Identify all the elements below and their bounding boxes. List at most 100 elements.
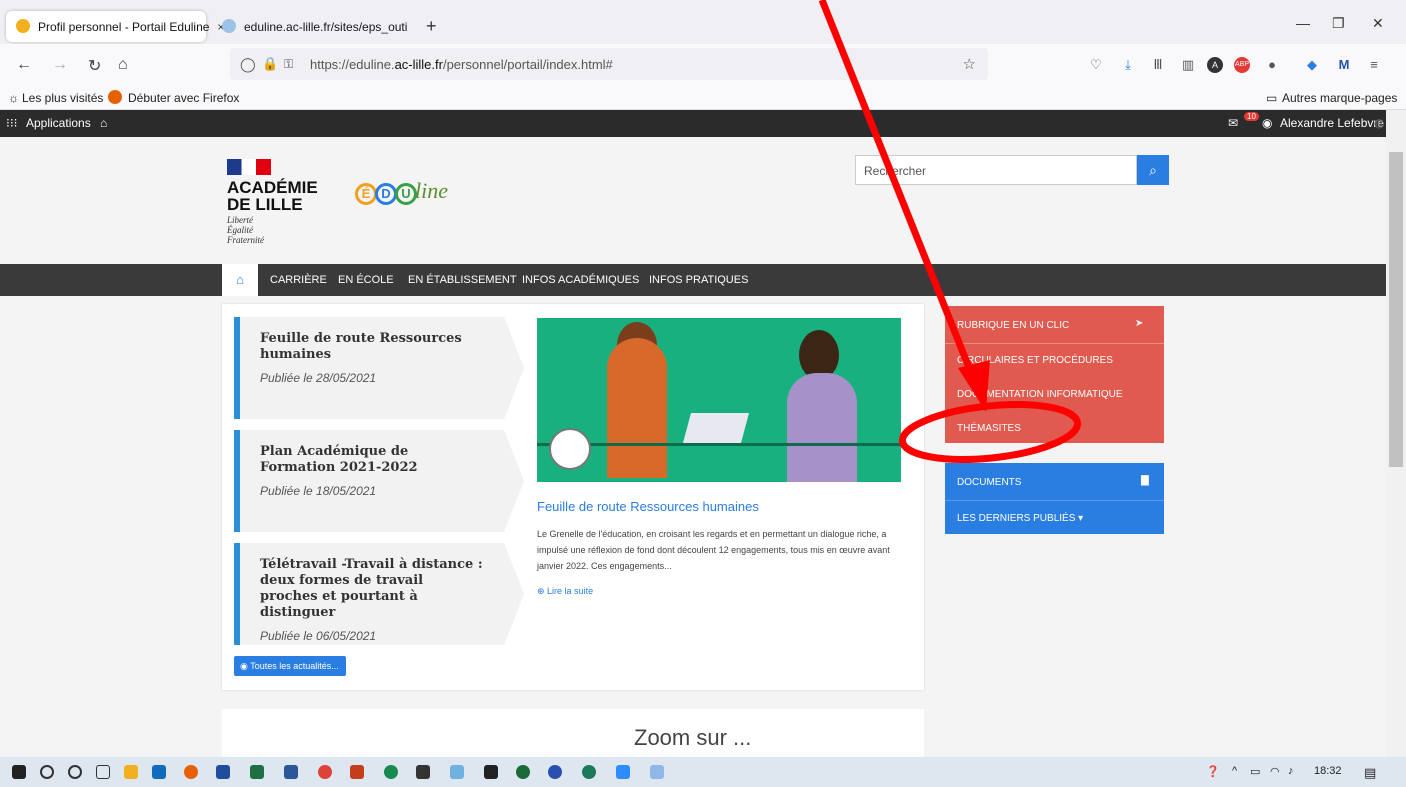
news-item[interactable]: Feuille de route Ressources humaines Pub…: [234, 317, 524, 419]
eduline-logo[interactable]: É D Uline: [355, 173, 448, 205]
nav-en-etablissement[interactable]: EN ÉTABLISSEMENT: [408, 274, 517, 286]
nav-en-ecole[interactable]: EN ÉCOLE: [338, 274, 394, 286]
folder-icon: ▭: [1266, 91, 1278, 105]
documents-recent-label: LES DERNIERS PUBLIÉS: [957, 513, 1076, 524]
clock[interactable]: 18:32: [1314, 765, 1342, 777]
volume-icon[interactable]: ♪: [1288, 765, 1294, 777]
bookmark-plus-visites[interactable]: Les plus visités: [22, 91, 103, 105]
back-icon[interactable]: ←: [16, 56, 32, 74]
adblock-icon[interactable]: ABP: [1234, 57, 1250, 73]
tab-profil-personnel[interactable]: Profil personnel - Portail Eduline ×: [6, 11, 224, 42]
home-icon[interactable]: ⌂: [100, 116, 107, 130]
key-icon[interactable]: ⚿: [284, 57, 293, 72]
app-icon[interactable]: [516, 765, 530, 779]
page-scrollbar[interactable]: [1386, 137, 1406, 757]
documents-recent-dropdown[interactable]: LES DERNIERS PUBLIÉS ▾: [957, 513, 1083, 524]
shield-icon[interactable]: ◯: [240, 56, 256, 73]
download-icon[interactable]: ⤓: [1120, 57, 1136, 73]
minimize-icon[interactable]: —: [1296, 15, 1310, 31]
word-icon[interactable]: [284, 765, 298, 779]
tray-chevron-icon[interactable]: ^: [1232, 765, 1237, 777]
all-news-label: Toutes les actualités...: [250, 661, 339, 671]
extension-icon[interactable]: ●: [1264, 57, 1280, 73]
reload-icon[interactable]: ↻: [88, 56, 101, 76]
rubrique-circulaires[interactable]: CIRCULAIRES ET PROCÉDURES: [957, 355, 1113, 366]
wifi-icon[interactable]: ◠: [1270, 765, 1280, 778]
nav-home-icon[interactable]: ⌂: [222, 264, 258, 296]
url-suffix: /personnel/portail/index.html#: [442, 56, 613, 72]
close-window-icon[interactable]: ✕: [1372, 15, 1384, 32]
menu-icon[interactable]: ≡: [1366, 57, 1382, 73]
app-icon[interactable]: [384, 765, 398, 779]
firefox-icon[interactable]: [184, 765, 198, 779]
battery-icon[interactable]: ▭: [1250, 765, 1260, 778]
apps-grid-icon[interactable]: ⁝⁝⁝: [6, 116, 17, 130]
news-title[interactable]: Plan Académique de Formation 2021-2022: [260, 444, 484, 476]
new-tab-button[interactable]: +: [426, 16, 437, 37]
gear-icon: ☼: [8, 91, 19, 105]
forward-icon[interactable]: →: [52, 56, 68, 74]
bookmark-star-icon[interactable]: ☆: [963, 55, 976, 73]
extension-tool-icon[interactable]: ◆: [1304, 57, 1320, 73]
chrome-icon[interactable]: [318, 765, 332, 779]
news-title[interactable]: Feuille de route Ressources humaines: [260, 331, 484, 363]
featured-title[interactable]: Feuille de route Ressources humaines: [537, 499, 759, 514]
motto-liberte: Liberté: [227, 215, 253, 225]
news-item[interactable]: Plan Académique de Formation 2021-2022 P…: [234, 430, 524, 532]
nav-carriere[interactable]: CARRIÈRE: [270, 274, 327, 286]
help-icon[interactable]: ❓: [1206, 765, 1220, 778]
nav-infos-academiques[interactable]: INFOS ACADÉMIQUES: [522, 274, 639, 286]
windows-start-icon[interactable]: [12, 765, 26, 779]
extension-m-icon[interactable]: M: [1336, 57, 1352, 73]
app-icon[interactable]: [548, 765, 562, 779]
news-title[interactable]: Télétravail -Travail à distance : deux f…: [260, 557, 484, 621]
pocket-icon[interactable]: ♡: [1088, 57, 1104, 73]
cortana-icon[interactable]: [68, 765, 82, 779]
address-bar[interactable]: ◯ 🔒 ⚿ https://eduline.ac-lille.fr/person…: [230, 48, 988, 80]
powerpoint-icon[interactable]: [350, 765, 364, 779]
firefox-icon: [108, 90, 122, 104]
search-button[interactable]: ⌕: [1137, 155, 1169, 185]
other-bookmarks[interactable]: Autres marque-pages: [1282, 91, 1397, 105]
app-icon[interactable]: [416, 765, 430, 779]
rubrique-documentation[interactable]: DOCUMENTATION INFORMATIQUE: [957, 389, 1123, 400]
search-input[interactable]: Rechercher: [855, 155, 1137, 185]
home-icon[interactable]: ⌂: [118, 56, 128, 74]
app-icon[interactable]: [450, 765, 464, 779]
documents-panel: DOCUMENTS ▇ LES DERNIERS PUBLIÉS ▾: [945, 463, 1164, 534]
app-icon[interactable]: [216, 765, 230, 779]
academy-logo[interactable]: ACADÉMIE DE LILLE: [227, 179, 318, 213]
extension-a-icon[interactable]: A: [1207, 57, 1223, 73]
sidebar-icon[interactable]: ▥: [1180, 57, 1196, 73]
user-name[interactable]: Alexandre Lefebvre: [1280, 116, 1384, 130]
tab-eps-outils[interactable]: eduline.ac-lille.fr/sites/eps_outi ×: [212, 11, 412, 42]
zoom-title: Zoom sur ...: [634, 725, 752, 750]
outlook-icon[interactable]: [152, 765, 166, 779]
restore-icon[interactable]: ❐: [1332, 15, 1345, 32]
app-icon[interactable]: [650, 765, 664, 779]
app-icon[interactable]: [582, 765, 596, 779]
news-item[interactable]: Télétravail -Travail à distance : deux f…: [234, 543, 524, 645]
file-explorer-icon[interactable]: [124, 765, 138, 779]
tab-label: Profil personnel - Portail Eduline: [38, 19, 210, 34]
scrollbar-thumb[interactable]: [1389, 152, 1403, 467]
bookmark-debuter-firefox[interactable]: Débuter avec Firefox: [128, 91, 239, 105]
site-favicon-icon: [222, 19, 236, 33]
rubrique-thematistes[interactable]: THÉMASITES: [957, 423, 1021, 434]
lock-icon[interactable]: 🔒: [262, 56, 278, 72]
app-icon[interactable]: [484, 765, 498, 779]
excel-icon[interactable]: [250, 765, 264, 779]
zoom-app-icon[interactable]: [616, 765, 630, 779]
read-more-link[interactable]: ⊕ Lire la suite: [537, 586, 593, 597]
nav-infos-pratiques[interactable]: INFOS PRATIQUES: [649, 274, 748, 286]
all-news-button[interactable]: ◉ Toutes les actualités...: [234, 656, 346, 676]
search-icon[interactable]: [40, 765, 54, 779]
featured-description: Le Grenelle de l'éducation, en croisant …: [537, 529, 890, 571]
mail-icon[interactable]: ✉: [1228, 116, 1238, 130]
notification-icon[interactable]: ▤: [1364, 765, 1376, 781]
applications-link[interactable]: Applications: [26, 116, 91, 130]
globe-icon[interactable]: ◍: [1374, 116, 1384, 130]
task-view-icon[interactable]: [96, 765, 110, 779]
library-icon[interactable]: Ⅲ: [1150, 57, 1166, 73]
featured-illustration[interactable]: [537, 318, 901, 482]
